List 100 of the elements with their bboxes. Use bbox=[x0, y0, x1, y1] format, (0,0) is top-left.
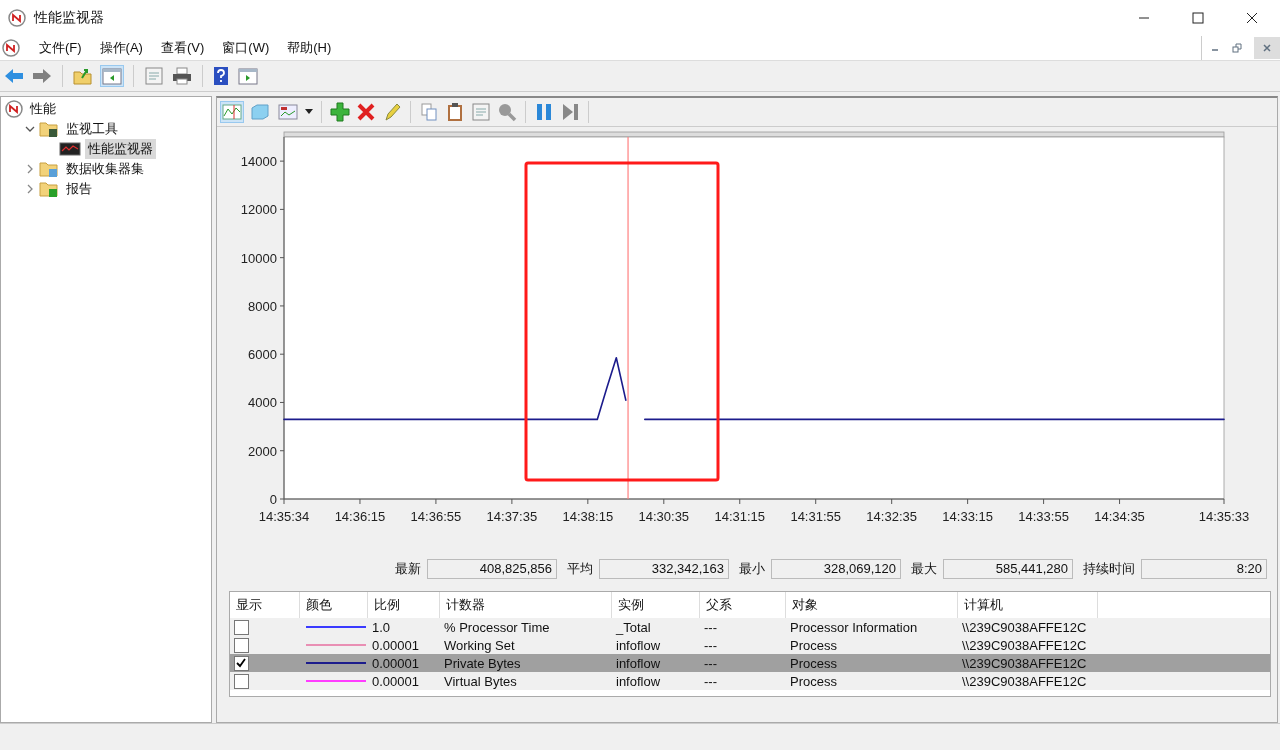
table-cell-text: _Total bbox=[614, 619, 652, 635]
table-cell-text: Working Set bbox=[443, 637, 516, 653]
show-checkbox[interactable] bbox=[234, 620, 249, 636]
tree-item[interactable]: 报告 bbox=[63, 179, 95, 199]
x-tick-label: 14:38:15 bbox=[562, 509, 614, 524]
y-tick-label: 2000 bbox=[248, 443, 277, 459]
properties-icon[interactable] bbox=[144, 66, 164, 86]
help-icon[interactable] bbox=[213, 66, 229, 86]
print-icon[interactable] bbox=[172, 67, 192, 85]
table-cell-text: Process bbox=[789, 673, 838, 689]
add-plus-icon[interactable] bbox=[330, 102, 350, 122]
stat-label: 最大 bbox=[911, 560, 937, 578]
collapsed-chevron-icon[interactable] bbox=[25, 164, 35, 174]
folder-icon bbox=[39, 160, 59, 178]
back-arrow-icon[interactable] bbox=[4, 68, 24, 84]
y-tick-label: 12000 bbox=[240, 202, 277, 218]
x-tick-label: 14:37:35 bbox=[486, 509, 538, 524]
clipboard-icon[interactable] bbox=[445, 102, 465, 122]
table-cell-text: Virtual Bytes bbox=[443, 673, 518, 689]
table-cell-text: infoflow bbox=[615, 637, 662, 653]
maximize-icon[interactable] bbox=[1192, 12, 1204, 24]
chart-monitor-icon bbox=[59, 141, 81, 157]
legend-row[interactable]: 0.00001 Private Bytes infoflow --- Process \\239C9038AFFE12C bbox=[230, 654, 1270, 672]
stat-value: 8:20 bbox=[1141, 559, 1267, 579]
stat-label: 最小 bbox=[739, 560, 765, 578]
y-tick-label: 0 bbox=[269, 492, 277, 507]
y-tick-label: 8000 bbox=[248, 298, 277, 314]
table-cell-text: infoflow bbox=[615, 673, 662, 689]
legend-row[interactable]: 1.0 % Processor Time _Total --- Processor Information \\239C9038AFFE12C bbox=[230, 618, 1270, 636]
step-forward-icon[interactable] bbox=[560, 102, 580, 122]
collapsed-chevron-icon[interactable] bbox=[25, 184, 35, 194]
y-tick-label: 4000 bbox=[248, 395, 277, 411]
performance-gauge-icon bbox=[5, 100, 23, 118]
folder-icon bbox=[39, 120, 59, 138]
table-cell-text: 0.00001 bbox=[371, 673, 420, 689]
expanded-chevron-icon[interactable] bbox=[25, 124, 35, 134]
delete-x-icon[interactable] bbox=[356, 102, 376, 122]
pause-icon[interactable] bbox=[534, 102, 554, 122]
tree-item[interactable]: 数据收集器集 bbox=[63, 159, 147, 179]
legend-row[interactable]: 0.00001 Working Set infoflow --- Process \\239C9038AFFE12C bbox=[230, 636, 1270, 654]
performance-gauge-icon bbox=[8, 9, 26, 27]
table-cell-text: Private Bytes bbox=[443, 655, 522, 671]
folder-icon bbox=[39, 180, 59, 198]
stat-value: 332,342,163 bbox=[599, 559, 729, 579]
menu-item[interactable]: 窗口(W) bbox=[213, 39, 279, 57]
x-tick-label: 14:33:55 bbox=[1018, 509, 1069, 524]
zoom-icon[interactable] bbox=[497, 102, 517, 122]
y-tick-label: 10000 bbox=[240, 250, 277, 266]
tree-item[interactable]: 性能监视器 bbox=[85, 139, 156, 159]
line-graph-icon[interactable] bbox=[221, 102, 243, 122]
performance-gauge-icon[interactable] bbox=[2, 39, 20, 57]
table-cell-text: --- bbox=[703, 637, 718, 653]
table-cell-text: \\239C9038AFFE12C bbox=[961, 673, 1088, 689]
table-cell-text: --- bbox=[703, 673, 718, 689]
histogram-cube-icon[interactable] bbox=[249, 102, 271, 122]
x-tick-label: 14:30:35 bbox=[638, 509, 690, 524]
legend-row[interactable]: 0.00001 Virtual Bytes infoflow --- Process \\239C9038AFFE12C bbox=[230, 672, 1270, 690]
x-tick-label: 14:36:15 bbox=[334, 509, 386, 524]
action-pane-icon[interactable] bbox=[237, 66, 259, 86]
forward-arrow-icon[interactable] bbox=[32, 68, 52, 84]
table-cell-text: --- bbox=[703, 619, 718, 635]
show-checkbox[interactable] bbox=[234, 638, 249, 654]
menu-item[interactable]: 文件(F) bbox=[30, 39, 91, 57]
restore-icon[interactable] bbox=[1232, 43, 1242, 53]
folder-up-icon[interactable] bbox=[73, 67, 93, 85]
x-tick-label: 14:35:34 bbox=[258, 509, 310, 524]
menu-item[interactable]: 帮助(H) bbox=[278, 39, 341, 57]
stat-label: 持续时间 bbox=[1083, 560, 1135, 578]
console-tree-icon[interactable] bbox=[101, 66, 123, 86]
x-tick-label: 14:31:15 bbox=[714, 509, 766, 524]
window-title: 性能监视器 bbox=[34, 9, 104, 27]
table-cell-text: Processor Information bbox=[789, 619, 919, 635]
stat-label: 平均 bbox=[567, 560, 593, 578]
show-checkbox[interactable] bbox=[234, 656, 249, 672]
table-cell-text: Process bbox=[789, 637, 838, 653]
dropdown-caret-icon[interactable] bbox=[305, 109, 313, 115]
table-cell-text: 1.0 bbox=[371, 619, 392, 635]
x-tick-label: 14:35:33 bbox=[1198, 509, 1250, 524]
show-checkbox[interactable] bbox=[234, 674, 249, 690]
tree-item[interactable]: 性能 bbox=[27, 99, 59, 119]
y-tick-label: 14000 bbox=[240, 154, 277, 170]
menu-item[interactable]: 操作(A) bbox=[90, 39, 152, 57]
stat-value: 328,069,120 bbox=[771, 559, 901, 579]
table-cell-text: % Processor Time bbox=[443, 619, 551, 635]
highlight-pen-icon[interactable] bbox=[382, 102, 402, 122]
properties-icon[interactable] bbox=[471, 102, 491, 122]
stat-label: 最新 bbox=[395, 560, 421, 578]
y-tick-label: 6000 bbox=[248, 347, 277, 363]
stat-value: 408,825,856 bbox=[427, 559, 557, 579]
menu-item[interactable]: 查看(V) bbox=[151, 39, 214, 57]
x-tick-label: 14:33:15 bbox=[942, 509, 993, 524]
tree-item[interactable]: 监视工具 bbox=[63, 119, 121, 139]
x-tick-label: 14:31:55 bbox=[790, 509, 841, 524]
table-cell-text: infoflow bbox=[615, 655, 662, 671]
close-icon[interactable] bbox=[1246, 12, 1258, 24]
report-view-icon[interactable] bbox=[277, 102, 299, 122]
table-cell-text: \\239C9038AFFE12C bbox=[961, 655, 1088, 671]
copy-icon[interactable] bbox=[419, 102, 439, 122]
table-cell-text: 0.00001 bbox=[371, 637, 420, 653]
table-cell-text: Process bbox=[789, 655, 838, 671]
